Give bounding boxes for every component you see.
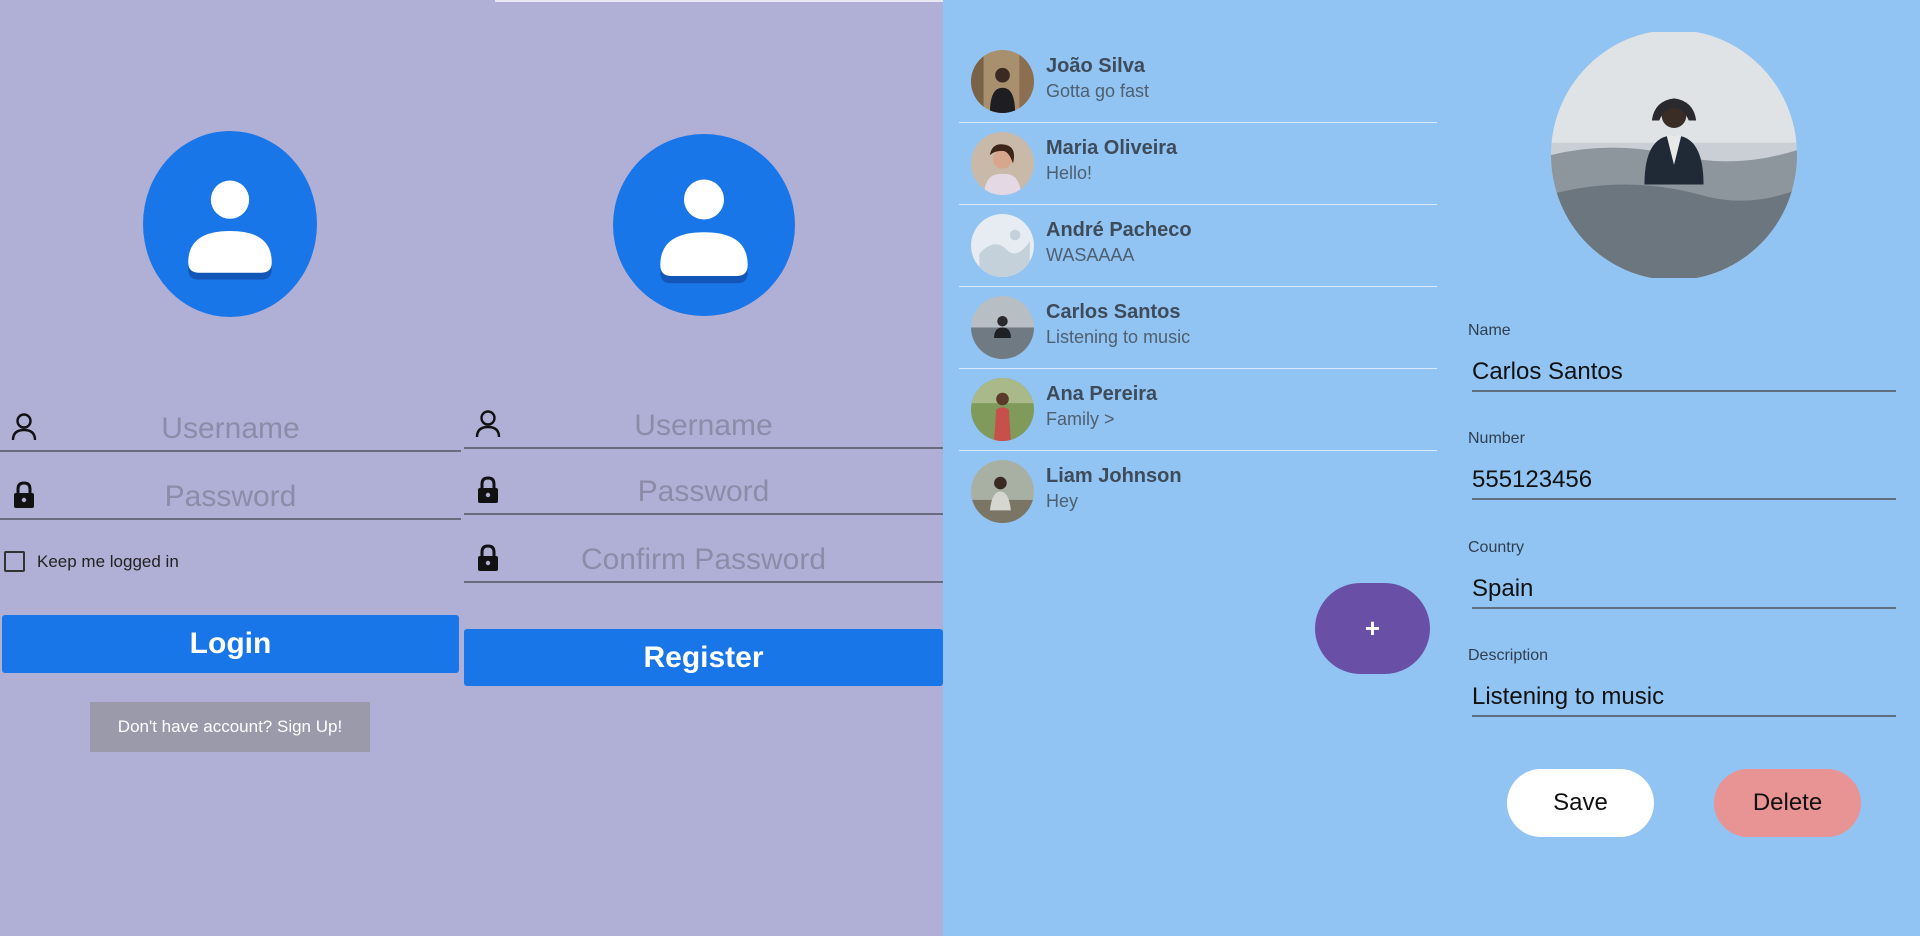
keep-logged-in-checkbox[interactable]	[4, 551, 25, 572]
contact-item[interactable]: André Pacheco WASAAAA	[959, 205, 1437, 287]
name-label: Name	[1468, 322, 1511, 339]
keep-logged-in-row[interactable]: Keep me logged in	[4, 551, 179, 572]
username-placeholder: Username	[161, 412, 300, 445]
number-label: Number	[1468, 430, 1525, 447]
description-value: Listening to music	[1472, 683, 1665, 710]
keep-logged-in-label: Keep me logged in	[37, 551, 179, 571]
contact-name: João Silva	[1046, 55, 1145, 77]
contact-photo	[971, 378, 1034, 441]
contact-photo	[971, 214, 1034, 277]
description-label: Description	[1468, 647, 1549, 664]
contact-message: Family >	[1046, 409, 1115, 429]
add-contact-button[interactable]: +	[1315, 583, 1430, 674]
contact-photo	[971, 132, 1034, 195]
login-screen: Username Password Keep me logged in Logi…	[0, 0, 461, 936]
contact-photo	[971, 460, 1034, 523]
number-input[interactable]: 555123456	[1472, 460, 1896, 500]
contact-item[interactable]: João Silva Gotta go fast	[959, 41, 1437, 123]
number-value: 555123456	[1472, 466, 1593, 493]
save-button[interactable]: Save	[1507, 769, 1654, 837]
contact-item[interactable]: Maria Oliveira Hello!	[959, 123, 1437, 205]
contact-item[interactable]: Carlos Santos Listening to music	[959, 287, 1437, 369]
confirm-password-field[interactable]: Confirm Password	[464, 531, 943, 583]
user-avatar-icon	[143, 131, 317, 317]
login-button[interactable]: Login	[2, 615, 459, 673]
contact-photo	[971, 50, 1034, 113]
contact-photo	[971, 296, 1034, 359]
register-screen: Username Password Confirm Password Regis…	[461, 0, 943, 936]
contact-name: Maria Oliveira	[1046, 137, 1178, 159]
contact-item[interactable]: Liam Johnson Hey	[959, 451, 1437, 533]
register-button[interactable]: Register	[464, 629, 943, 686]
delete-button[interactable]: Delete	[1714, 769, 1861, 837]
contact-name: André Pacheco	[1046, 219, 1192, 241]
username-field[interactable]: Username	[464, 397, 943, 449]
username-placeholder: Username	[634, 409, 773, 442]
contact-message: Listening to music	[1046, 327, 1191, 347]
password-field[interactable]: Password	[464, 463, 943, 515]
name-input[interactable]: Carlos Santos	[1472, 352, 1896, 392]
signup-button[interactable]: Don't have account? Sign Up!	[90, 702, 370, 752]
user-avatar-icon	[613, 134, 795, 316]
password-placeholder: Password	[164, 480, 297, 513]
contact-name: Liam Johnson	[1046, 465, 1182, 487]
contact-item[interactable]: Ana Pereira Family >	[959, 369, 1437, 451]
profile-photo[interactable]	[1551, 30, 1797, 280]
contact-message: Hello!	[1046, 163, 1093, 183]
contacts-screen: João Silva Gotta go fast Maria Oliveira …	[943, 0, 1437, 936]
contact-name: Carlos Santos	[1046, 301, 1181, 323]
contact-message: Gotta go fast	[1046, 81, 1150, 101]
top-divider	[495, 0, 943, 2]
password-placeholder: Password	[637, 475, 770, 508]
country-input[interactable]: Spain	[1472, 569, 1896, 609]
contact-message: Hey	[1046, 491, 1079, 511]
description-input[interactable]: Listening to music	[1472, 677, 1896, 717]
username-field[interactable]: Username	[0, 400, 461, 452]
contact-name: Ana Pereira	[1046, 383, 1158, 405]
country-value: Spain	[1472, 575, 1534, 602]
name-value: Carlos Santos	[1472, 358, 1623, 385]
country-label: Country	[1468, 539, 1525, 556]
confirm-password-placeholder: Confirm Password	[580, 543, 827, 576]
password-field[interactable]: Password	[0, 468, 461, 520]
contact-message: WASAAAA	[1046, 245, 1135, 265]
